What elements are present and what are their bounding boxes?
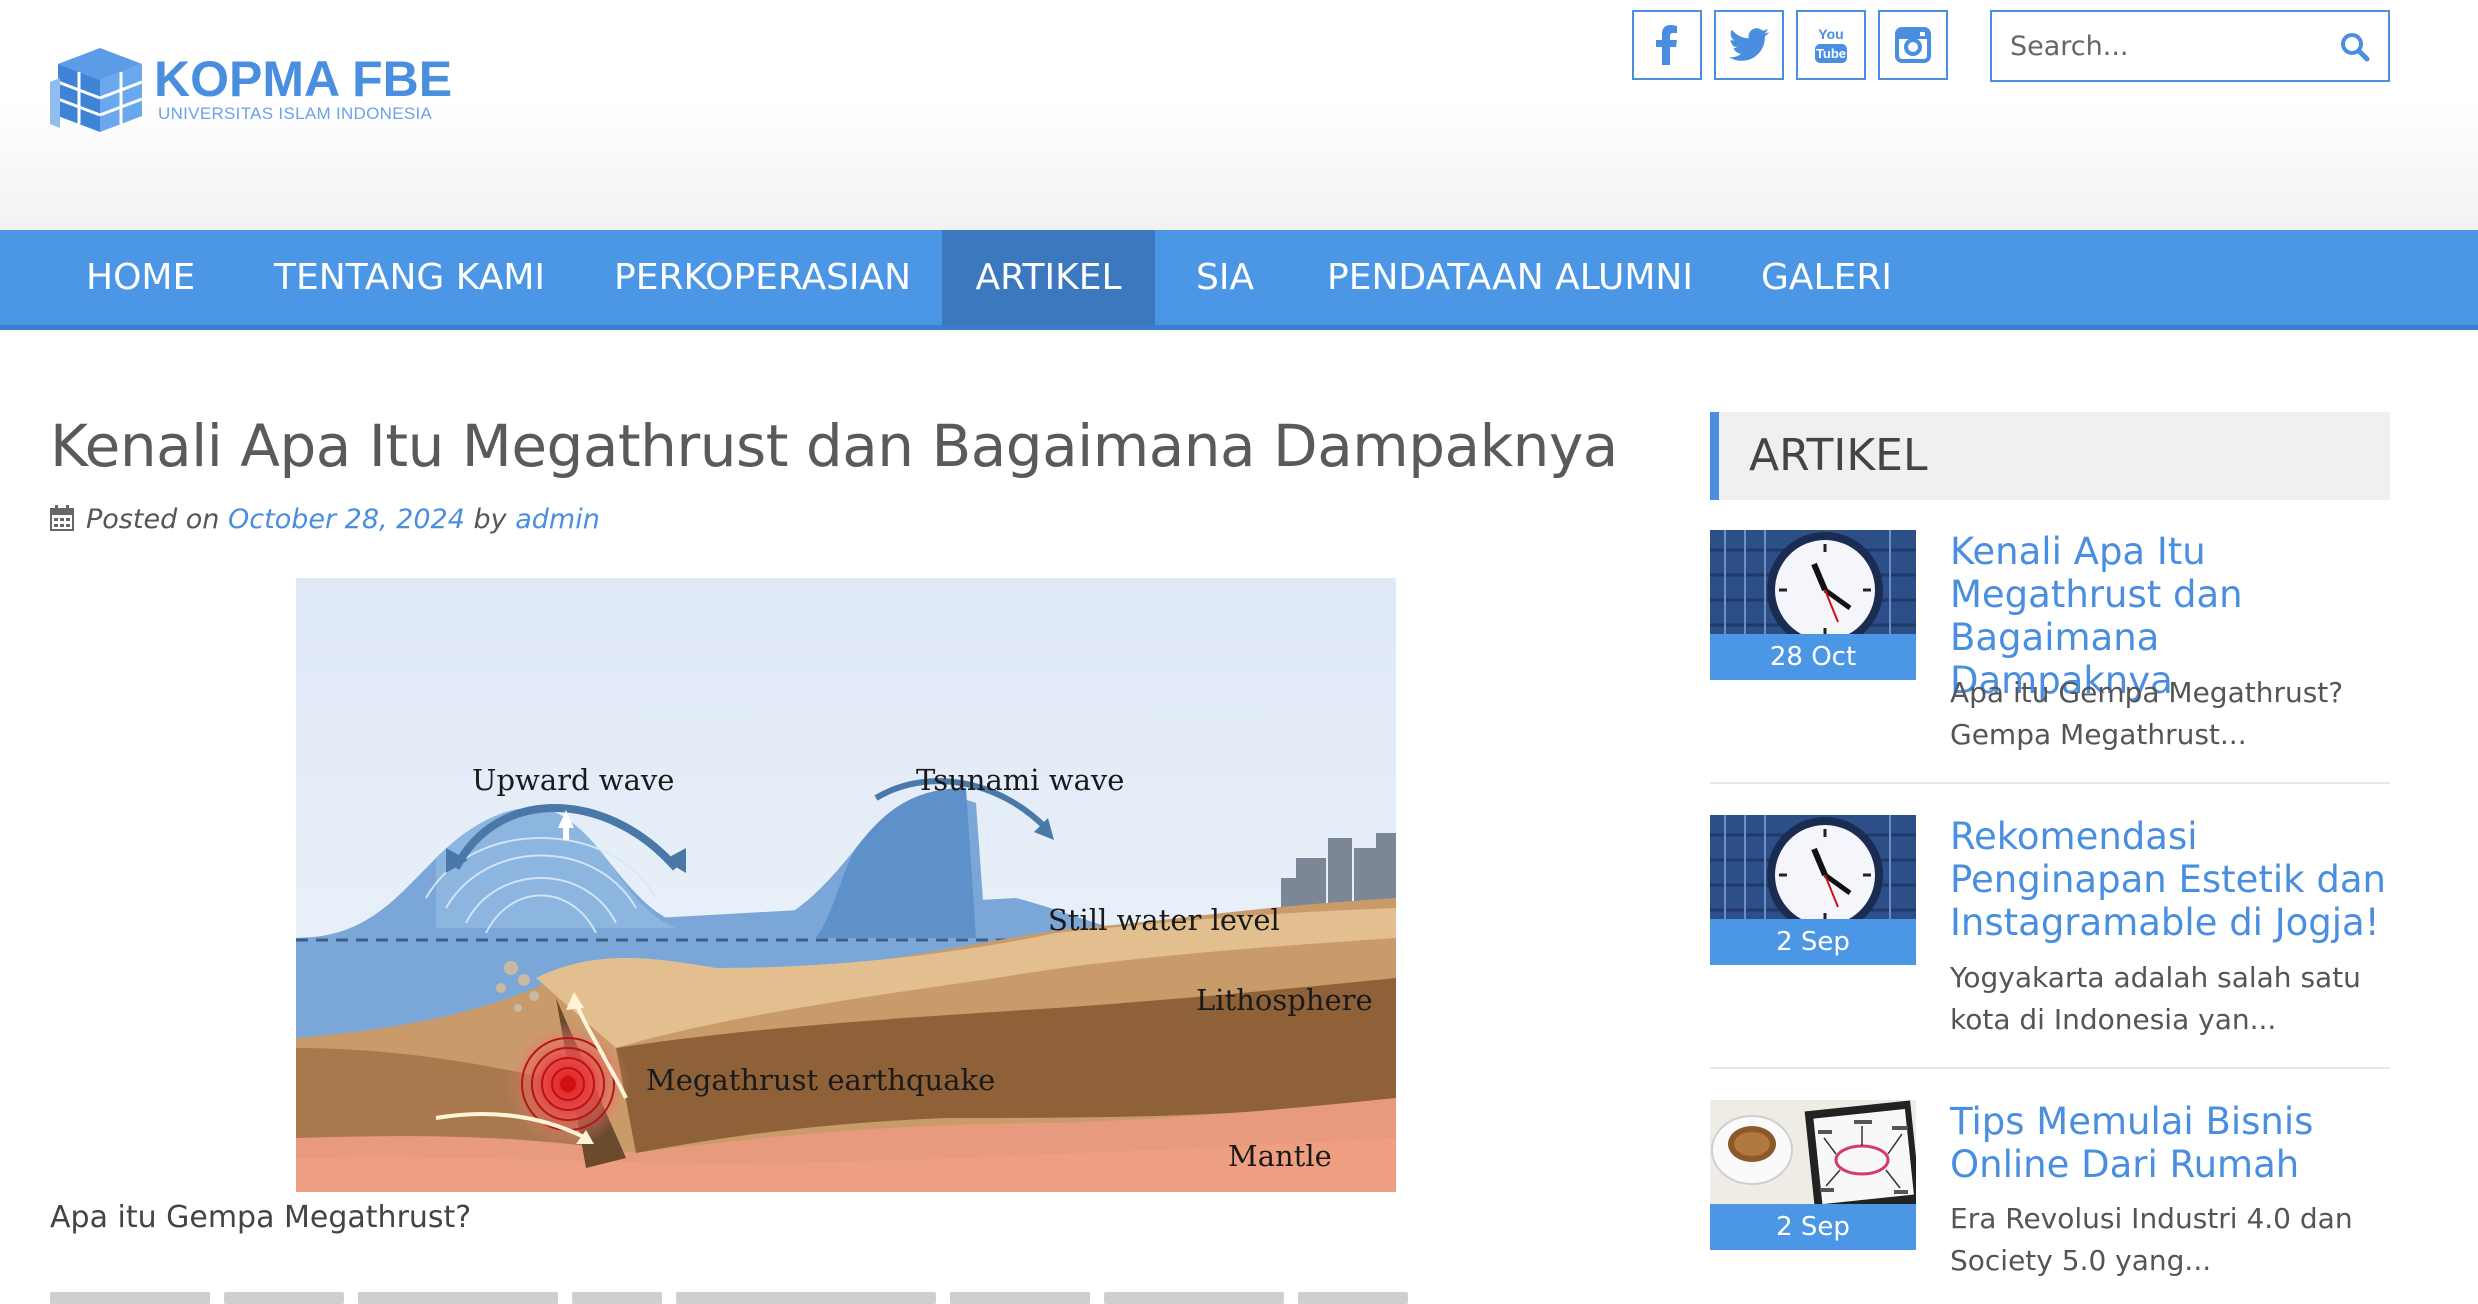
instagram-link[interactable] (1878, 10, 1948, 80)
calendar-icon (50, 505, 74, 531)
sidebar-article-item[interactable]: 28 Oct Kenali Apa Itu Megathrust dan Bag… (1710, 530, 2390, 780)
facebook-icon (1656, 25, 1677, 65)
article-excerpt: Yogyakarta adalah salah satu kota di Ind… (1950, 961, 2361, 1036)
youtube-icon-top: You (1818, 26, 1843, 42)
nav-item-tentang-kami[interactable]: TENTANG KAMI (274, 230, 545, 325)
label-still-water: Still water level (1048, 903, 1280, 937)
article-thumbnail[interactable]: 2 Sep (1710, 815, 1916, 965)
nav-item-pendataan-alumni[interactable]: PENDATAAN ALUMNI (1327, 230, 1693, 325)
label-upward-wave: Upward wave (472, 763, 674, 797)
sidebar-divider (1710, 1067, 2390, 1069)
twitter-icon (1729, 28, 1769, 61)
nav-item-perkoperasian[interactable]: PERKOPERASIAN (614, 230, 911, 325)
nav-item-sia[interactable]: SIA (1196, 230, 1254, 325)
by-label: by (473, 504, 507, 535)
article-title-link[interactable]: Tips Memulai Bisnis Online Dari Rumah (1950, 1100, 2390, 1186)
instagram-icon (1895, 27, 1931, 63)
post-body-clipped (50, 1292, 1550, 1304)
sidebar-widget-header: ARTIKEL (1710, 412, 2390, 500)
logo-subtitle: UNIVERSITAS ISLAM INDONESIA (158, 104, 433, 123)
label-mantle: Mantle (1228, 1139, 1332, 1173)
megathrust-diagram: Upward wave Tsunami wave Still water lev… (296, 578, 1396, 1192)
post-title: Kenali Apa Itu Megathrust dan Bagaimana … (50, 412, 1618, 480)
post-meta: Posted on October 28, 2024 by admin (50, 504, 600, 535)
label-tsunami-wave: Tsunami wave (916, 763, 1124, 797)
sidebar-article-item[interactable]: 2 Sep Rekomendasi Penginapan Estetik dan… (1710, 815, 2390, 1065)
label-lithosphere: Lithosphere (1196, 983, 1373, 1017)
sidebar-divider (1710, 782, 2390, 784)
logo-title: KOPMA FBE (154, 51, 453, 107)
youtube-icon-bottom: Tube (1816, 46, 1846, 61)
sidebar-article-item[interactable]: 2 Sep Tips Memulai Bisnis Online Dari Ru… (1710, 1100, 2390, 1304)
post-date-link[interactable]: October 28, 2024 (228, 504, 465, 535)
article-date-badge: 28 Oct (1710, 634, 1916, 680)
logo-cube-icon (50, 48, 143, 132)
sidebar-widget-title: ARTIKEL (1749, 430, 1928, 481)
nav-item-artikel[interactable]: ARTIKEL (942, 230, 1155, 325)
nav-item-home[interactable]: HOME (58, 230, 218, 325)
article-date-badge: 2 Sep (1710, 1204, 1916, 1250)
search-icon[interactable] (2340, 32, 2370, 62)
article-date-badge: 2 Sep (1710, 919, 1916, 965)
site-logo[interactable]: KOPMA FBE UNIVERSITAS ISLAM INDONESIA (50, 42, 460, 142)
article-title-link[interactable]: Rekomendasi Penginapan Estetik dan Insta… (1950, 815, 2390, 944)
posted-on-label: Posted on (86, 504, 220, 535)
label-megathrust: Megathrust earthquake (646, 1063, 995, 1097)
site-header: KOPMA FBE UNIVERSITAS ISLAM INDONESIA Yo… (0, 0, 2478, 230)
search-box (1990, 10, 2390, 82)
article-excerpt: Era Revolusi Industri 4.0 dan Society 5.… (1950, 1202, 2353, 1277)
nav-item-galeri[interactable]: GALERI (1761, 230, 1892, 325)
main-nav: HOME TENTANG KAMI PERKOPERASIAN ARTIKEL … (0, 230, 2478, 330)
facebook-link[interactable] (1632, 10, 1702, 80)
article-thumbnail[interactable]: 2 Sep (1710, 1100, 1916, 1250)
article-excerpt: Apa itu Gempa Megathrust? Gempa Megathru… (1950, 676, 2344, 751)
youtube-icon: You Tube (1815, 26, 1847, 63)
post-author-link[interactable]: admin (515, 504, 600, 535)
twitter-link[interactable] (1714, 10, 1784, 80)
search-input[interactable] (2010, 26, 2330, 66)
article-thumbnail[interactable]: 28 Oct (1710, 530, 1916, 680)
post-caption: Apa itu Gempa Megathrust? (50, 1200, 472, 1235)
youtube-link[interactable]: You Tube (1796, 10, 1866, 80)
